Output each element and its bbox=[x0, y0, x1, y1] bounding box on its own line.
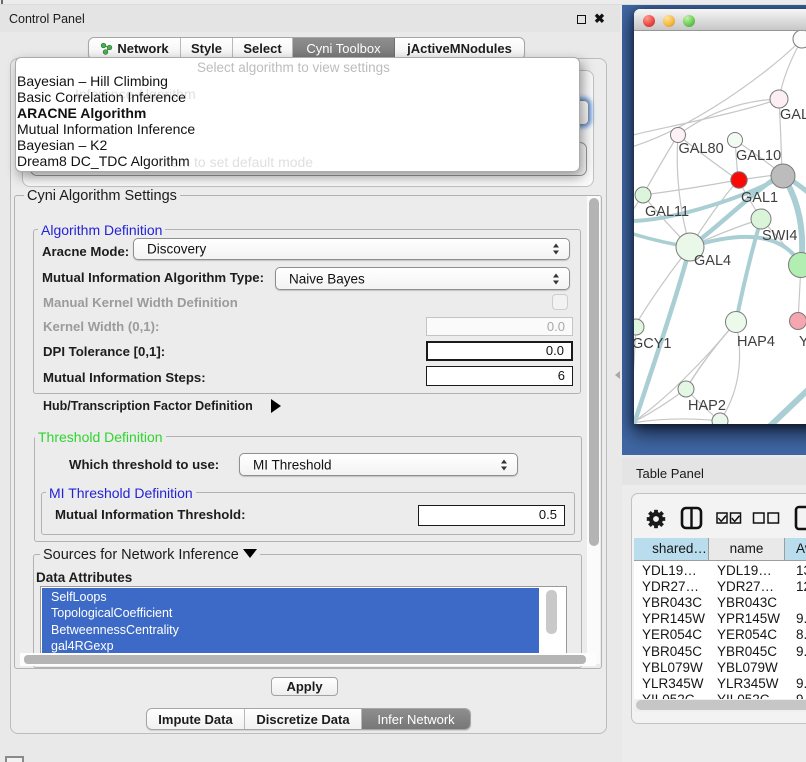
svg-text:YMR05: YMR05 bbox=[799, 334, 806, 350]
svg-text:HAP4: HAP4 bbox=[737, 334, 775, 350]
svg-text:GAL80: GAL80 bbox=[679, 141, 724, 157]
svg-text:GAL11: GAL11 bbox=[645, 204, 689, 220]
svg-text:GAL4: GAL4 bbox=[694, 253, 731, 269]
svg-text:GAL1: GAL1 bbox=[741, 190, 778, 206]
svg-text:SWI4: SWI4 bbox=[762, 228, 797, 244]
svg-text:GAL10: GAL10 bbox=[736, 148, 781, 164]
svg-text:GCY1: GCY1 bbox=[634, 336, 672, 352]
svg-text:HAP2: HAP2 bbox=[688, 398, 726, 414]
svg-text:GAL2: GAL2 bbox=[780, 107, 806, 123]
